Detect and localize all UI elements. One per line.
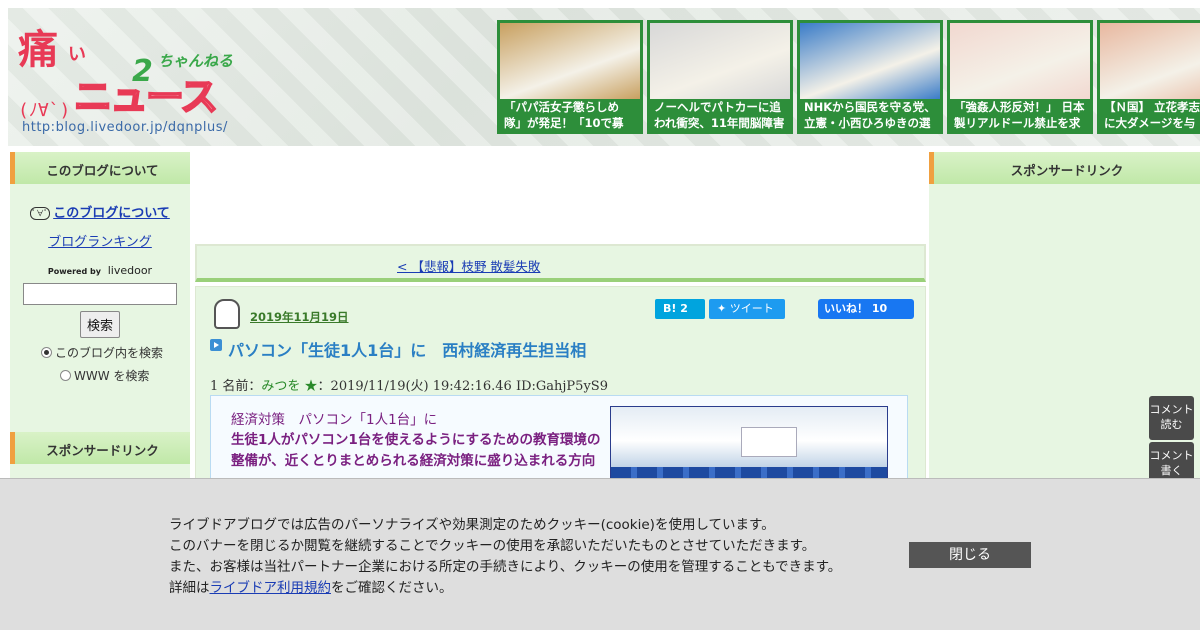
search-button[interactable]: 検索 [79,311,120,338]
cookie-line3: また、お客様は当社パートナー企業における所定の手続きにより、クッキーの使用を管理… [169,559,842,575]
search-input[interactable] [23,283,177,305]
thumb-item[interactable]: 「パパ活女子懲らしめ隊」が発足！「10で募集」と書 [497,20,643,134]
cookie-line1: ライブドアブログでは広告のパーソナライズや効果測定のためクッキー(cookie)… [169,517,775,533]
quote-line2: 生徒1人がパソコン1台を使えるようにするための教育環境の整備が、近くとりまとめら… [231,432,601,469]
thumb-caption: 「パパ活女子懲らしめ隊」が発足！「10で募集」と書 [504,100,624,130]
res-line: 1 名前：みつを ★：2019/11/19(火) 19:42:16.46 ID:… [210,375,608,394]
thumb-image [950,23,1090,99]
bird-icon: ✦ [717,302,730,315]
ranking-link[interactable]: ブログランキング [10,231,190,250]
aa-character-icon [214,299,240,329]
logo-i: い [68,44,86,65]
thumb-image [1100,23,1200,99]
main-content: < 【悲報】枝野 散髪失敗 2019年11月19日 B! 2 ✦ ツイート いい… [195,152,926,495]
like-button[interactable]: いいね！ 10 [818,299,914,319]
tweet-button[interactable]: ✦ ツイート [709,299,785,319]
thumb-item[interactable]: 「強姦人形反対！」 日本製リアルドール禁止を求める [947,20,1093,134]
about-heading: このブログについて [10,152,190,184]
left-sponsor-heading: スポンサードリンク [10,432,190,464]
thumb-item[interactable]: ノーヘルでパトカーに追われ衝突、11年間脳障害の息 [647,20,793,134]
hatena-bookmark-button[interactable]: B! 2 [655,299,705,319]
right-sponsor-heading: スポンサードリンク [929,152,1200,184]
logo-url: http:blog.livedoor.jp/dqnplus/ [22,120,228,135]
thumb-caption: 「強姦人形反対！」 日本製リアルドール禁止を求める [954,100,1085,130]
powered-by-label: Powered by [47,267,101,276]
thumb-image [800,23,940,99]
related-thumbnails: 「パパ活女子懲らしめ隊」が発足！「10で募集」と書 ノーヘルでパトカーに追われ衝… [497,20,1200,134]
article: 2019年11月19日 B! 2 ✦ ツイート いいね！ 10 パソコン「生徒1… [195,286,926,495]
res-prefix: 1 名前： [210,379,262,394]
ad-space [195,152,926,244]
logo-ita: 痛 [18,26,58,73]
cookie-close-button[interactable]: 閉じる [909,542,1031,568]
article-nav: < 【悲報】枝野 散髪失敗 [195,244,926,282]
radio-www-row[interactable]: WWW を検索 [10,367,190,384]
face-icon: ﾟ∀ﾟ [30,207,51,220]
radio-blog-row[interactable]: このブログ内を検索 [10,344,190,361]
cookie-line4-suffix: をご確認ください。 [331,580,453,596]
radio-blog-label: このブログ内を検索 [55,346,164,360]
projector-screen [741,427,797,457]
logo-face: (ﾉ∀`) [18,100,71,121]
cookie-text: ライブドアブログでは広告のパーソナライズや効果測定のためクッキー(cookie)… [169,515,841,599]
powered-by: Powered by livedoor [10,264,190,277]
radio-www-label: WWW を検索 [74,369,150,383]
thumb-caption: NHKから国民を守る党、立憲・小西ひろゆきの選挙区 [804,100,936,130]
read-comments-button[interactable]: コメント読む [1149,396,1194,440]
left-sidebar: このブログについて ﾟ∀ﾟ このブログについて ブログランキング Powered … [10,152,190,482]
article-date[interactable]: 2019年11月19日 [250,309,349,325]
thumb-image [650,23,790,99]
logo-chan: ちゃんねる [158,52,234,70]
article-title[interactable]: パソコン「生徒1人1台」に 西村経済再生担当相 [228,337,586,361]
logo-news: ニュース [73,75,219,119]
thumb-caption: ノーヘルでパトカーに追われ衝突、11年間脳障害の息 [654,100,785,130]
cookie-line2: このバナーを閉じるか閲覧を継続することでクッキーの使用を承認いただいたものとさせ… [169,538,816,554]
thumb-caption: 【Ｎ国】 立花孝志党HKに大ダメージを与 [1104,100,1200,130]
blog-header: 痛 い 2 ちゃんねる (ﾉ∀`) ニュース http:blog.livedoo… [8,8,1200,146]
cookie-line4-prefix: 詳細は [169,580,210,596]
radio-www[interactable] [60,370,71,381]
radio-blog[interactable] [41,347,52,358]
thumb-image [500,23,640,99]
res-info: ：2019/11/19(火) 19:42:16.46 ID:GahjP5yS9 [317,379,608,394]
cookie-line4: 詳細はライブドア利用規約をご確認ください。 [169,578,841,599]
livedoor-logo[interactable]: livedoor [108,264,152,277]
prev-article-link[interactable]: < 【悲報】枝野 散髪失敗 [397,256,540,275]
thumb-item[interactable]: NHKから国民を守る党、立憲・小西ひろゆきの選挙区 [797,20,943,134]
thumb-item[interactable]: 【Ｎ国】 立花孝志党HKに大ダメージを与 [1097,20,1200,134]
blog-logo[interactable]: 痛 い 2 ちゃんねる (ﾉ∀`) ニュース http:blog.livedoo… [16,18,236,140]
about-box: ﾟ∀ﾟ このブログについて ブログランキング Powered by livedoo… [10,184,190,384]
play-icon [210,339,222,351]
cookie-banner: ライブドアブログでは広告のパーソナライズや効果測定のためクッキー(cookie)… [0,478,1200,630]
terms-link[interactable]: ライブドア利用規約 [210,580,332,596]
about-link[interactable]: このブログについて [53,206,170,221]
res-name: みつを ★ [261,379,318,394]
quote-line1: 経済対策 パソコン「1人1台」に [231,412,438,428]
tweet-label: ツイート [729,302,774,315]
